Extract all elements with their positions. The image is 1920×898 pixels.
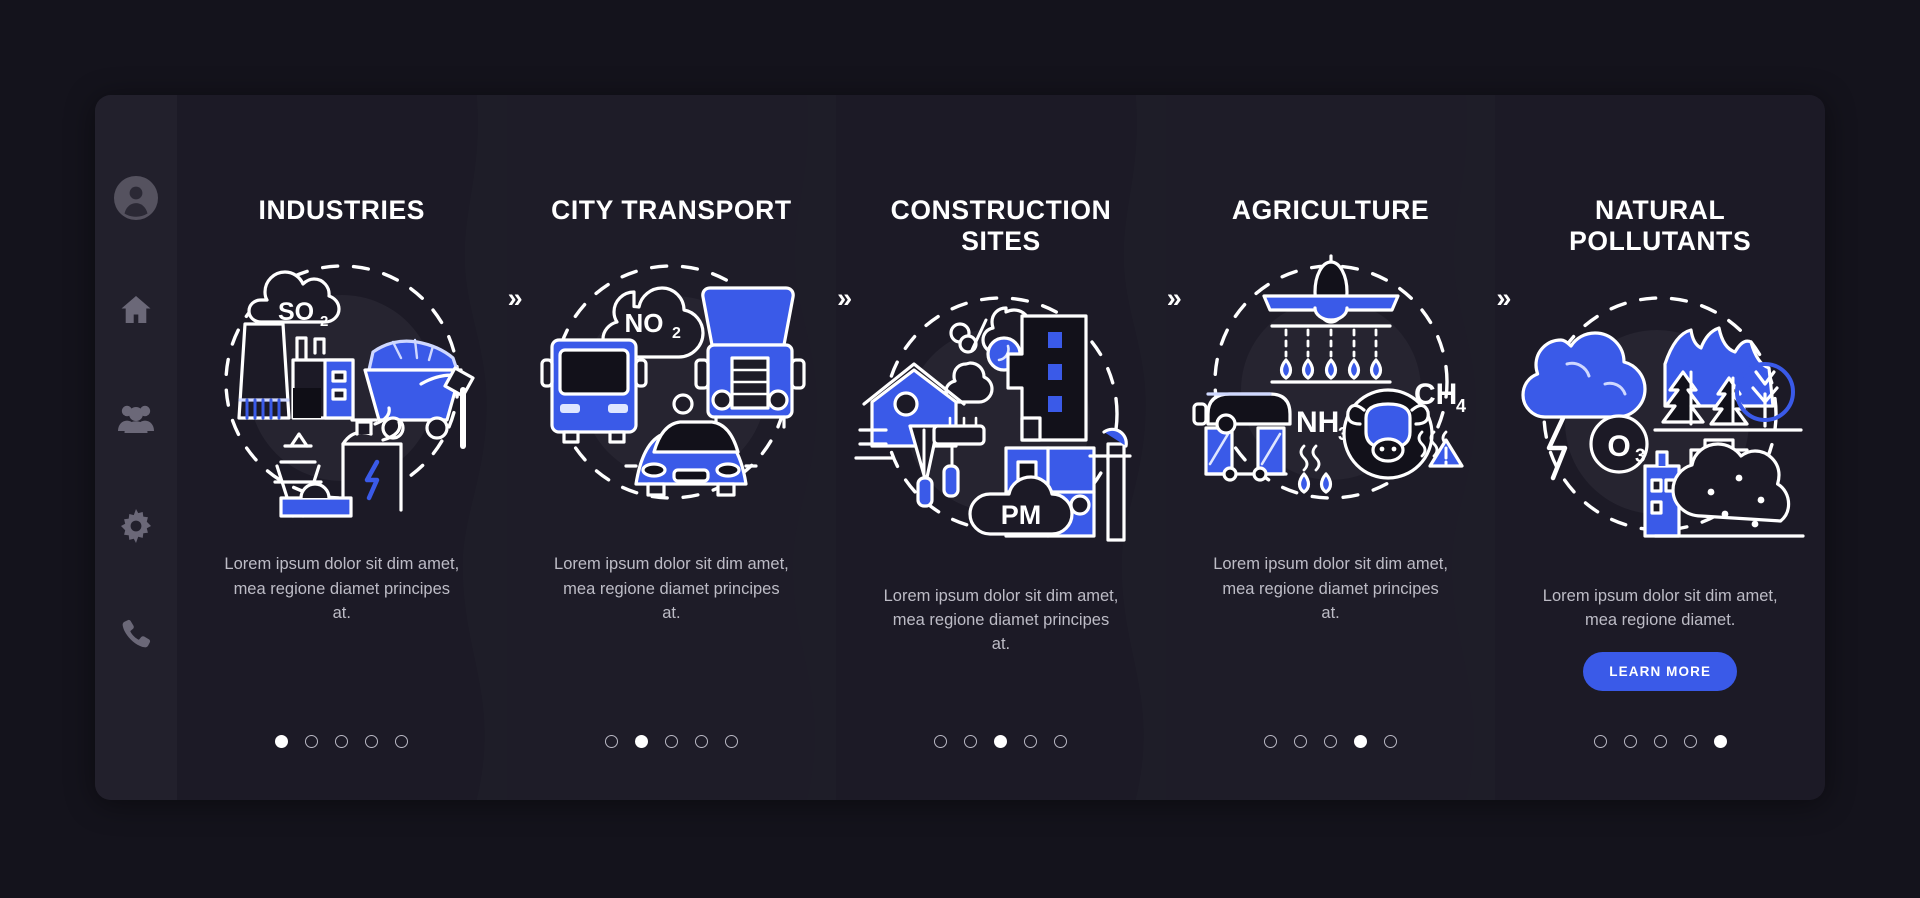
pagination-dot[interactable] bbox=[1294, 735, 1308, 748]
gear-icon bbox=[119, 509, 153, 543]
panel-construction-sites[interactable]: CONSTRUCTION SITES PM Lorem ipsum dolor … bbox=[836, 95, 1182, 800]
svg-text:NO: NO bbox=[625, 308, 664, 338]
pagination-dot[interactable] bbox=[395, 735, 409, 748]
panel-natural-pollutants[interactable]: NATURAL POLLUTANTS O 3 Lorem ipsum dolor… bbox=[1495, 95, 1825, 800]
svg-text:3: 3 bbox=[1635, 446, 1646, 467]
people-icon bbox=[118, 402, 154, 434]
pagination-dot[interactable] bbox=[1683, 735, 1697, 748]
pagination-dot[interactable] bbox=[724, 735, 738, 748]
pagination-dot[interactable] bbox=[664, 735, 678, 748]
svg-text:2: 2 bbox=[320, 313, 328, 330]
pagination-dot[interactable] bbox=[1024, 735, 1038, 748]
pagination-dots[interactable] bbox=[1166, 735, 1496, 748]
panel-body: Lorem ipsum dolor sit dim amet, mea regi… bbox=[1542, 586, 1778, 629]
pagination-dot[interactable] bbox=[305, 735, 319, 748]
phone-icon bbox=[120, 618, 152, 650]
pagination-dot[interactable] bbox=[335, 735, 349, 748]
panel-industries[interactable]: INDUSTRIES SO 2 Lorem ipsum dolor sit di… bbox=[177, 95, 523, 800]
panel-title: CITY TRANSPORT bbox=[551, 195, 792, 225]
sidebar-item-contact[interactable] bbox=[108, 606, 164, 662]
onboarding-card: INDUSTRIES SO 2 Lorem ipsum dolor sit di… bbox=[95, 95, 1825, 800]
svg-text:SO: SO bbox=[278, 298, 314, 326]
sidebar-item-settings[interactable] bbox=[108, 498, 164, 554]
sidebar-item-home[interactable] bbox=[108, 282, 164, 338]
sidebar-item-account[interactable] bbox=[108, 170, 164, 226]
pagination-dot[interactable] bbox=[604, 735, 618, 748]
panel-body: Lorem ipsum dolor sit dim amet, mea regi… bbox=[1213, 555, 1448, 622]
pagination-dot[interactable] bbox=[1653, 735, 1667, 748]
svg-text:2: 2 bbox=[672, 325, 681, 342]
natural-pollutants-illustration: O 3 bbox=[1515, 280, 1805, 548]
pagination-dot[interactable] bbox=[634, 735, 648, 748]
panel-agriculture[interactable]: AGRICULTURE NH CH 4 Lorem ipsum dolor si… bbox=[1165, 95, 1511, 800]
industries-illustration: SO 2 bbox=[197, 248, 487, 518]
construction-sites-illustration: PM bbox=[854, 280, 1146, 548]
panel-title: CONSTRUCTION SITES bbox=[890, 195, 1112, 257]
screen-root: INDUSTRIES SO 2 Lorem ipsum dolor sit di… bbox=[0, 0, 1920, 898]
pagination-dot[interactable] bbox=[1354, 735, 1368, 748]
avatar-icon bbox=[113, 175, 159, 221]
pagination-dot[interactable] bbox=[1054, 735, 1068, 748]
panel-body: Lorem ipsum dolor sit dim amet, mea regi… bbox=[883, 586, 1119, 654]
svg-text:4: 4 bbox=[1456, 396, 1466, 416]
sidebar-item-people[interactable] bbox=[108, 390, 164, 446]
learn-more-button[interactable]: LEARN MORE bbox=[1583, 652, 1738, 692]
pagination-dots[interactable] bbox=[1495, 735, 1825, 748]
svg-text:O: O bbox=[1608, 430, 1631, 463]
pagination-dot[interactable] bbox=[1384, 735, 1398, 748]
pagination-dot[interactable] bbox=[694, 735, 708, 748]
panel-body: Lorem ipsum dolor sit dim amet, mea regi… bbox=[224, 555, 460, 622]
pagination-dots[interactable] bbox=[507, 735, 837, 748]
pagination-dot[interactable] bbox=[934, 735, 948, 748]
panel-title: INDUSTRIES bbox=[258, 195, 426, 225]
pagination-dot[interactable] bbox=[964, 735, 978, 748]
pagination-dot[interactable] bbox=[365, 735, 379, 748]
pagination-dot[interactable] bbox=[1713, 735, 1727, 748]
svg-text:NH: NH bbox=[1296, 406, 1339, 439]
pagination-dots[interactable] bbox=[177, 735, 507, 748]
panel-strip: INDUSTRIES SO 2 Lorem ipsum dolor sit di… bbox=[177, 95, 1825, 800]
pagination-dot[interactable] bbox=[994, 735, 1008, 748]
city-transport-illustration: NO 2 bbox=[526, 248, 816, 516]
pagination-dots[interactable] bbox=[836, 735, 1166, 748]
home-icon bbox=[119, 293, 153, 327]
pagination-dot[interactable] bbox=[1324, 735, 1338, 748]
pagination-dot[interactable] bbox=[275, 735, 289, 748]
panel-title: AGRICULTURE bbox=[1231, 195, 1430, 225]
panel-city-transport[interactable]: CITY TRANSPORT NO 2 Lorem ipsum dolor si… bbox=[506, 95, 852, 800]
pagination-dot[interactable] bbox=[1623, 735, 1637, 748]
agriculture-illustration: NH 3 bbox=[1186, 248, 1476, 516]
panel-title: NATURAL POLLUTANTS bbox=[1569, 195, 1752, 257]
pagination-dot[interactable] bbox=[1264, 735, 1278, 748]
sidebar bbox=[95, 95, 177, 800]
svg-text:CH: CH bbox=[1414, 378, 1457, 411]
panel-body: Lorem ipsum dolor sit dim amet, mea regi… bbox=[554, 555, 789, 622]
svg-text:PM: PM bbox=[1001, 500, 1042, 530]
pagination-dot[interactable] bbox=[1593, 735, 1607, 748]
